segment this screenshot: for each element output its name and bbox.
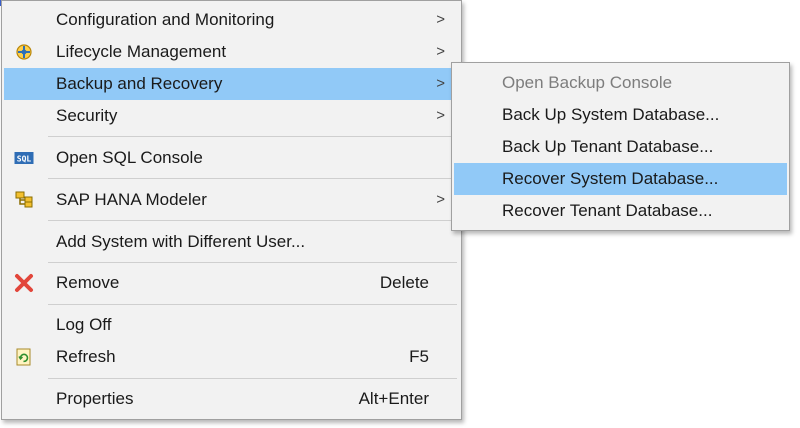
menu-item-log-off[interactable]: Log Off <box>4 309 459 341</box>
remove-icon <box>14 273 34 293</box>
menu-item-label: Open SQL Console <box>56 148 203 167</box>
menu-item-security[interactable]: Security > <box>4 100 459 132</box>
menu-item-open-sql-console[interactable]: SQL Open SQL Console <box>4 142 459 174</box>
chevron-right-icon: > <box>436 11 445 28</box>
menu-item-shortcut: F5 <box>409 347 429 366</box>
menu-item-label: Log Off <box>56 315 112 334</box>
sql-console-icon: SQL <box>14 148 34 168</box>
refresh-icon <box>14 347 34 367</box>
menu-separator <box>48 378 457 379</box>
menu-item-label: Properties <box>56 389 134 408</box>
menu-item-configuration-and-monitoring[interactable]: Configuration and Monitoring > <box>4 4 459 36</box>
menu-item-label: Lifecycle Management <box>56 42 227 61</box>
svg-text:SQL: SQL <box>17 155 32 164</box>
menu-separator <box>48 136 457 137</box>
backup-recovery-submenu: Open Backup Console Back Up System Datab… <box>451 62 790 231</box>
menu-item-label: Security <box>56 106 118 125</box>
menu-separator <box>48 220 457 221</box>
submenu-item-recover-system-database[interactable]: Recover System Database... <box>454 163 787 195</box>
chevron-right-icon: > <box>436 75 445 92</box>
menu-item-remove[interactable]: Remove Delete <box>4 267 459 299</box>
menu-item-label: Recover System Database... <box>502 169 719 188</box>
menu-item-label: Back Up Tenant Database... <box>502 137 714 156</box>
menu-separator <box>48 304 457 305</box>
menu-item-label: SAP HANA Modeler <box>56 190 207 209</box>
menu-item-label: Add System with Different User... <box>56 232 306 251</box>
menu-item-add-system-different-user[interactable]: Add System with Different User... <box>4 226 459 258</box>
menu-item-label: Open Backup Console <box>502 73 673 92</box>
modeler-icon <box>14 190 34 210</box>
menu-item-shortcut: Alt+Enter <box>358 389 429 408</box>
context-menu: Configuration and Monitoring > Lifecycle… <box>1 0 462 420</box>
menu-item-label: Back Up System Database... <box>502 105 720 124</box>
chevron-right-icon: > <box>436 191 445 208</box>
menu-item-label: Remove <box>56 273 120 292</box>
submenu-item-back-up-tenant-database[interactable]: Back Up Tenant Database... <box>454 131 787 163</box>
menu-item-sap-hana-modeler[interactable]: SAP HANA Modeler > <box>4 184 459 216</box>
menu-separator <box>48 262 457 263</box>
menu-separator <box>48 178 457 179</box>
chevron-right-icon: > <box>436 43 445 60</box>
submenu-item-back-up-system-database[interactable]: Back Up System Database... <box>454 99 787 131</box>
lifecycle-icon <box>14 42 34 62</box>
chevron-right-icon: > <box>436 107 445 124</box>
menu-item-backup-and-recovery[interactable]: Backup and Recovery > <box>4 68 459 100</box>
menu-item-properties[interactable]: Properties Alt+Enter <box>4 383 459 415</box>
submenu-item-recover-tenant-database[interactable]: Recover Tenant Database... <box>454 195 787 227</box>
submenu-item-open-backup-console: Open Backup Console <box>454 67 787 99</box>
menu-item-lifecycle-management[interactable]: Lifecycle Management > <box>4 36 459 68</box>
menu-item-refresh[interactable]: Refresh F5 <box>4 341 459 373</box>
menu-item-label: Recover Tenant Database... <box>502 201 713 220</box>
menu-item-label: Backup and Recovery <box>56 74 223 93</box>
menu-item-shortcut: Delete <box>379 273 429 292</box>
menu-item-label: Refresh <box>56 347 116 366</box>
menu-item-label: Configuration and Monitoring <box>56 10 275 29</box>
